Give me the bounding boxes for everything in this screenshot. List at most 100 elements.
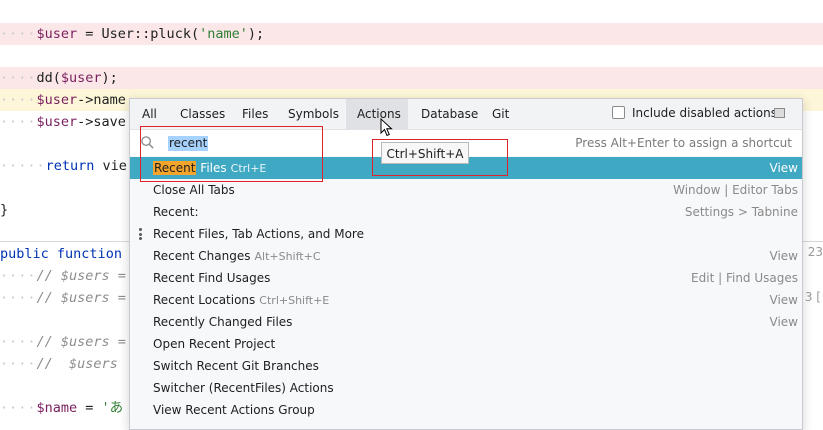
tab-label: All — [142, 107, 157, 121]
code-token: ···· — [0, 356, 37, 372]
action-result-row[interactable]: Recent Find Usages Edit | Find Usages — [130, 267, 802, 289]
action-name: Recent Changes Alt+Shift+C — [153, 245, 321, 268]
action-name: Recent Locations Ctrl+Shift+E — [153, 289, 329, 312]
action-name: Recent Files, Tab Actions, and More — [153, 223, 364, 245]
shortcut-hint: Press Alt+Enter to assign a shortcut — [575, 136, 792, 150]
code-token: } — [0, 202, 9, 218]
code-token: ···· — [0, 92, 37, 108]
code-token: ···· — [0, 334, 37, 350]
code-token: ); — [101, 70, 118, 86]
action-name-text: Switcher (RecentFiles) Actions — [153, 381, 334, 395]
gutter-bracket: 3 [ — [804, 290, 821, 304]
action-category: Settings > Tabnine — [684, 205, 798, 219]
action-category: View — [769, 161, 798, 175]
code-token: $name — [36, 400, 78, 416]
action-result-row[interactable]: Recently Changed Files View — [130, 311, 802, 333]
code-token: ···· — [0, 290, 37, 306]
action-name: Recent Find Usages — [153, 267, 270, 289]
tab-classes[interactable]: Classes — [170, 99, 228, 129]
action-category: Edit | Find Usages — [691, 271, 798, 285]
code-token: ····· — [0, 158, 46, 174]
action-result-row[interactable]: Recent Changes Alt+Shift+C View — [130, 245, 802, 267]
code-token: ···· — [0, 70, 37, 86]
annotation-box-search — [140, 126, 323, 182]
action-shortcut: Ctrl+Shift+E — [259, 294, 330, 307]
action-name: Recent: — [153, 201, 199, 223]
action-name: Recently Changed Files — [153, 311, 292, 333]
action-name: Open Recent Project — [153, 333, 275, 355]
tab-symbols[interactable]: Symbols — [278, 99, 340, 129]
code-line[interactable]: ····$user = User::pluck('name'); — [0, 23, 823, 45]
annotation-box-tooltip — [372, 139, 508, 176]
tab-label: Git — [492, 107, 510, 121]
code-token: = — [77, 400, 102, 416]
code-token: ···· — [0, 114, 37, 130]
code-token: ->name — [77, 92, 126, 108]
tab-actions[interactable]: Actions — [346, 99, 408, 129]
action-category: Window | Editor Tabs — [673, 183, 798, 197]
action-category: View — [769, 315, 798, 329]
action-name-text: Recent Files, Tab Actions, and More — [153, 227, 364, 241]
action-result-row[interactable]: Recent Files, Tab Actions, and More — [130, 223, 802, 245]
code-token: $user — [60, 70, 102, 86]
code-token: $user — [36, 26, 78, 42]
tab-database[interactable]: Database — [412, 99, 482, 129]
code-token: // $users = — [36, 290, 126, 306]
action-name: Switcher (RecentFiles) Actions — [153, 377, 334, 399]
action-name: Switch Recent Git Branches — [153, 355, 319, 377]
code-token: // $users = — [36, 268, 126, 284]
code-token: ···· — [0, 400, 37, 416]
code-token: return — [45, 158, 95, 174]
action-name-text: Switch Recent Git Branches — [153, 359, 319, 373]
tab-all[interactable]: All — [134, 99, 166, 129]
action-name-text: Recent Locations — [153, 293, 256, 307]
code-token: 'あ — [101, 400, 124, 416]
code-token: ···· — [0, 268, 37, 284]
code-token: dd( — [36, 70, 61, 86]
tab-files[interactable]: Files — [232, 99, 272, 129]
tab-label: Files — [242, 107, 269, 121]
action-category: View — [769, 293, 798, 307]
action-result-row[interactable]: Recent: Settings > Tabnine — [130, 201, 802, 223]
more-vertical-icon — [139, 228, 142, 240]
action-result-row[interactable]: Switcher (RecentFiles) Actions — [130, 377, 802, 399]
gutter-number: 23 — [807, 245, 823, 259]
tab-git[interactable]: Git — [486, 99, 520, 129]
code-token: vie — [94, 158, 127, 174]
action-result-row[interactable]: Switch Recent Git Branches — [130, 355, 802, 377]
tab-label: Database — [421, 107, 479, 121]
code-token: ···· — [0, 26, 37, 42]
code-token: // $users = — [36, 334, 126, 350]
action-result-row[interactable]: Open Recent Project — [130, 333, 802, 355]
preview-toggle-icon[interactable] — [774, 108, 785, 118]
action-name-text: Recent: — [153, 205, 199, 219]
action-name-text: Recent Find Usages — [153, 271, 271, 285]
action-category: View — [769, 249, 798, 263]
include-disabled-label[interactable]: Include disabled actions — [632, 106, 777, 121]
action-name-text: Recently Changed Files — [153, 315, 293, 329]
tab-label: Symbols — [288, 107, 339, 121]
code-token: ); — [247, 26, 265, 42]
code-line[interactable]: ····dd($user); — [0, 67, 823, 89]
code-token: function — [56, 246, 122, 262]
code-token: ->save — [77, 114, 126, 130]
action-name-text: Open Recent Project — [153, 337, 276, 351]
code-token: $user — [36, 114, 78, 130]
action-result-row[interactable]: Close All Tabs Window | Editor Tabs — [130, 179, 802, 201]
tab-label: Classes — [180, 107, 226, 121]
code-token: 'name' — [199, 26, 248, 42]
action-result-row[interactable]: Recent Locations Ctrl+Shift+E View — [130, 289, 802, 311]
code-token: $user — [36, 92, 78, 108]
action-shortcut: Alt+Shift+C — [254, 250, 321, 263]
action-name-text: Recent Changes — [153, 249, 251, 263]
code-token: = User::pluck( — [77, 26, 200, 42]
action-name-text: Close All Tabs — [153, 183, 235, 197]
mouse-pointer-icon — [380, 118, 393, 137]
action-name: Close All Tabs — [153, 179, 235, 201]
include-disabled-checkbox[interactable] — [612, 106, 625, 119]
code-token: public — [0, 246, 49, 262]
code-token: // $users — [36, 356, 118, 372]
action-name-text: View Recent Actions Group — [153, 403, 315, 417]
